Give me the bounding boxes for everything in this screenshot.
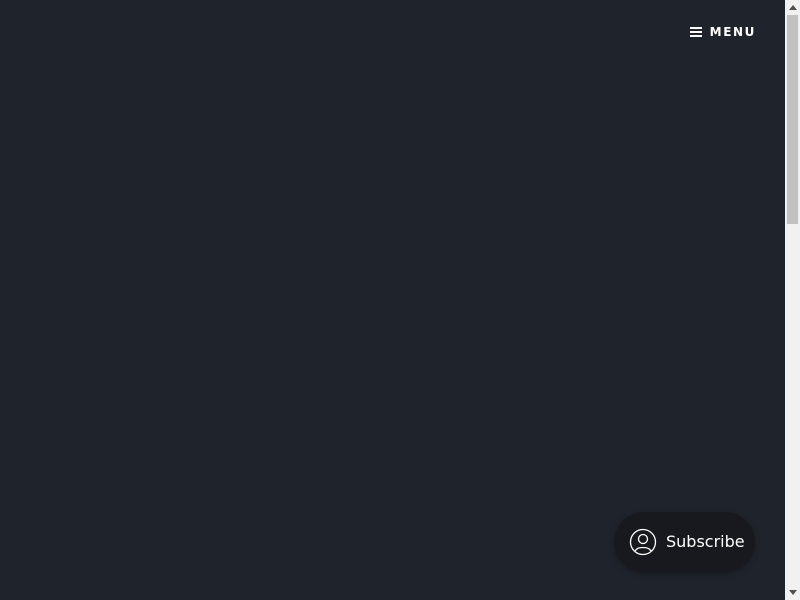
- scroll-down-icon[interactable]: [785, 585, 800, 600]
- page-background: MENU Subscribe: [0, 0, 785, 600]
- scrollbar-thumb[interactable]: [787, 15, 798, 224]
- vertical-scrollbar[interactable]: [785, 0, 800, 600]
- user-icon: [629, 528, 657, 556]
- menu-button[interactable]: MENU: [689, 24, 756, 40]
- hamburger-icon: [689, 27, 702, 37]
- scroll-up-icon[interactable]: [785, 0, 800, 15]
- subscribe-button[interactable]: Subscribe: [614, 512, 755, 572]
- subscribe-label: Subscribe: [666, 532, 745, 551]
- menu-label: MENU: [709, 25, 756, 39]
